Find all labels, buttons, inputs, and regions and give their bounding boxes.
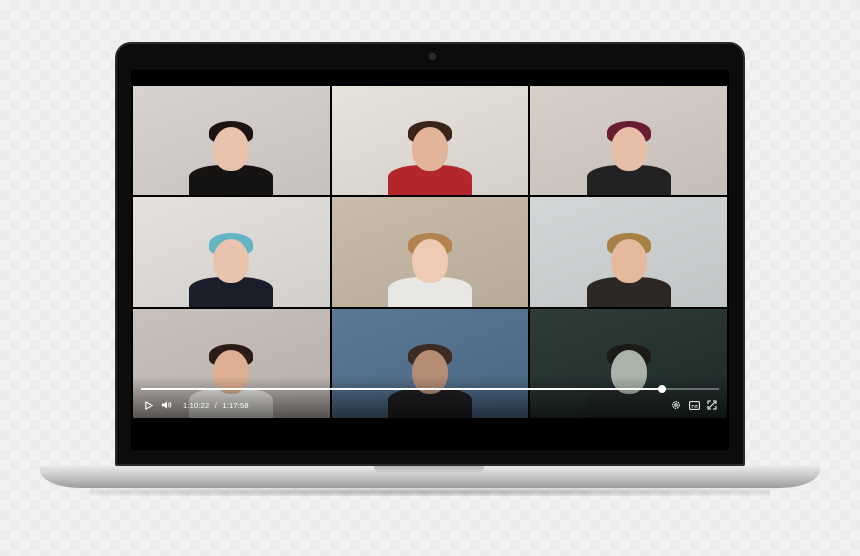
laptop-lid: 1:10:22 / 1:17:58 [115,42,745,466]
base-shadow [90,488,770,496]
gear-icon[interactable] [669,398,683,412]
progress-bar[interactable] [141,385,719,393]
laptop-base [40,466,820,488]
participant-figure [370,86,490,196]
time-display: 1:10:22 / 1:17:58 [183,401,249,410]
participant-face [610,127,647,172]
current-time: 1:10:22 [183,400,210,410]
participant-figure [171,197,291,307]
participant-video-tile[interactable] [530,86,727,196]
laptop-screen: 1:10:22 / 1:17:58 [131,70,729,450]
participant-face [411,238,448,283]
control-row: 1:10:22 / 1:17:58 [141,398,719,412]
participant-figure [569,86,689,196]
participant-figure [569,197,689,307]
participant-face [213,238,250,283]
participant-figure [171,86,291,196]
time-separator: / [214,400,218,410]
participant-face [213,127,250,172]
participant-video-tile[interactable] [530,197,727,307]
volume-icon[interactable] [159,398,173,412]
progress-fill [141,388,663,390]
participant-face [411,127,448,172]
video-call-grid[interactable] [133,86,727,418]
lid-notch [374,466,484,474]
captions-icon[interactable] [687,398,701,412]
video-controls: 1:10:22 / 1:17:58 [133,376,727,418]
participant-video-tile[interactable] [133,86,330,196]
duration: 1:17:58 [222,400,249,410]
webcam-icon [429,53,436,60]
participant-face [610,238,647,283]
participant-video-tile[interactable] [133,197,330,307]
play-icon[interactable] [141,398,155,412]
participant-figure [370,197,490,307]
fullscreen-icon[interactable] [705,398,719,412]
participant-video-tile[interactable] [331,197,529,307]
progress-knob[interactable] [658,385,667,393]
participant-video-tile[interactable] [331,86,529,196]
